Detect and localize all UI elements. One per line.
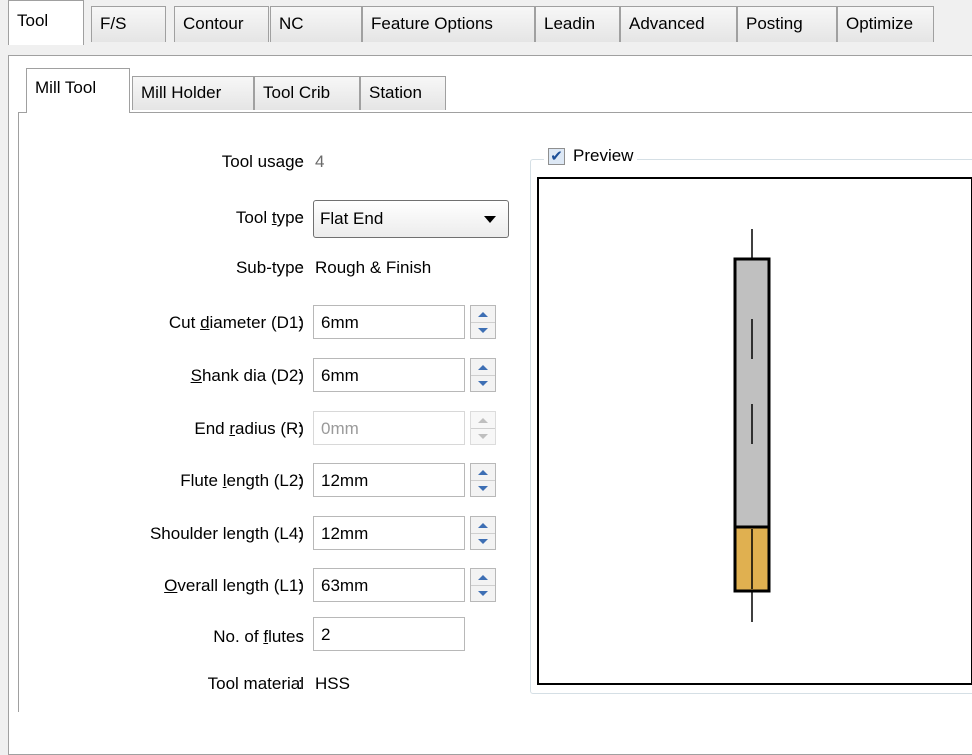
tab-label: Contour xyxy=(183,14,244,33)
spin-down-icon[interactable] xyxy=(471,480,495,496)
tab-label: Advanced xyxy=(629,14,705,33)
colon: : xyxy=(298,674,303,693)
chevron-down-icon xyxy=(484,216,496,223)
tab-label: Leadin xyxy=(544,14,596,33)
tab-label: Tool xyxy=(17,11,49,30)
subtab-tool-crib[interactable]: Tool Crib xyxy=(254,76,360,110)
tool-preview-drawing xyxy=(733,229,771,622)
tool-shank-shape xyxy=(733,257,771,529)
checkmark-icon: ✔ xyxy=(550,147,563,165)
spin-up-icon[interactable] xyxy=(471,306,495,323)
colon: : xyxy=(298,471,303,490)
colon: : xyxy=(298,152,303,171)
shoulder-length-input[interactable]: 12mm xyxy=(313,516,465,550)
shoulder-length-label: Shoulder length (L4) xyxy=(149,524,304,543)
spin-down-icon[interactable] xyxy=(471,375,495,391)
colon: : xyxy=(298,627,303,646)
tab-advanced[interactable]: Advanced xyxy=(620,6,737,42)
preview-checkbox[interactable]: ✔ xyxy=(548,147,565,165)
subtab-label: Mill Tool xyxy=(35,78,97,97)
cut-diameter-input[interactable]: 6mm xyxy=(313,305,465,339)
end-radius-label: End radius (R) xyxy=(194,419,304,438)
tab-feature-options[interactable]: Feature Options xyxy=(362,6,535,42)
shank-dia-input[interactable]: 6mm xyxy=(313,358,465,392)
spin-down-icon[interactable] xyxy=(471,322,495,338)
tab-leadin[interactable]: Leadin xyxy=(535,6,620,42)
num-flutes-input[interactable]: 2 xyxy=(313,617,465,651)
shank-dia-label: Shank dia (D2) xyxy=(190,366,304,385)
overall-length-label: Overall length (L1) xyxy=(164,576,304,595)
tab-label: Posting xyxy=(746,14,803,33)
subtab-label: Station xyxy=(369,83,422,102)
flute-length-label: Flute length (L2) xyxy=(180,471,304,490)
overall-length-input[interactable]: 63mm xyxy=(313,568,465,602)
tool-type-selected: Flat End xyxy=(320,209,384,228)
tool-preview-canvas xyxy=(537,177,972,685)
sub-type-value: Rough & Finish xyxy=(315,258,432,277)
subtab-station[interactable]: Station xyxy=(360,76,446,110)
tab-nc[interactable]: NC xyxy=(270,6,362,42)
cut-diameter-label: Cut diameter (D1) xyxy=(168,313,304,332)
spin-up-icon[interactable] xyxy=(471,359,495,376)
end-radius-spinner xyxy=(470,411,496,445)
tab-label: NC xyxy=(279,14,304,33)
num-flutes-label: No. of flutes xyxy=(213,627,304,646)
tab-contour[interactable]: Contour xyxy=(174,6,269,42)
spin-up-icon xyxy=(471,412,495,429)
tab-label: Optimize xyxy=(846,14,914,33)
shank-dia-spinner[interactable] xyxy=(470,358,496,392)
overall-length-spinner[interactable] xyxy=(470,568,496,602)
tool-usage-value: 4 xyxy=(315,152,325,171)
spin-up-icon[interactable] xyxy=(471,569,495,586)
flute-length-input[interactable]: 12mm xyxy=(313,463,465,497)
subtab-label: Tool Crib xyxy=(263,83,331,102)
preview-label: Preview xyxy=(573,146,634,165)
colon: : xyxy=(298,366,303,385)
tab-fs[interactable]: F/S xyxy=(91,6,166,42)
spin-down-icon xyxy=(471,428,495,444)
flute-length-spinner[interactable] xyxy=(470,463,496,497)
tool-material-label: Tool material xyxy=(207,674,304,693)
spin-up-icon[interactable] xyxy=(471,464,495,481)
colon: : xyxy=(298,313,303,332)
cut-diameter-spinner[interactable] xyxy=(470,305,496,339)
spin-up-icon[interactable] xyxy=(471,517,495,534)
colon: : xyxy=(298,208,303,227)
colon: : xyxy=(298,524,303,543)
colon: : xyxy=(298,258,303,277)
tab-optimize[interactable]: Optimize xyxy=(837,6,934,42)
tool-material-value: HSS xyxy=(315,674,350,693)
sub-type-label: Sub-type xyxy=(235,258,304,277)
subtab-mill-tool[interactable]: Mill Tool xyxy=(26,68,130,113)
tool-usage-label: Tool usage xyxy=(221,152,304,171)
shoulder-length-spinner[interactable] xyxy=(470,516,496,550)
tab-label: F/S xyxy=(100,14,127,33)
tool-type-label: Tool type xyxy=(235,208,304,227)
colon: : xyxy=(298,576,303,595)
colon: : xyxy=(298,419,303,438)
tab-label: Feature Options xyxy=(371,14,493,33)
spin-down-icon[interactable] xyxy=(471,533,495,549)
end-radius-input: 0mm xyxy=(313,411,465,445)
preview-legend[interactable]: ✔ Preview xyxy=(544,146,638,166)
spin-down-icon[interactable] xyxy=(471,585,495,601)
subtab-label: Mill Holder xyxy=(141,83,222,102)
tool-type-select[interactable]: Flat End xyxy=(313,200,509,238)
subtab-mill-holder[interactable]: Mill Holder xyxy=(132,76,254,110)
tab-tool[interactable]: Tool xyxy=(8,0,84,45)
tab-posting[interactable]: Posting xyxy=(737,6,837,42)
